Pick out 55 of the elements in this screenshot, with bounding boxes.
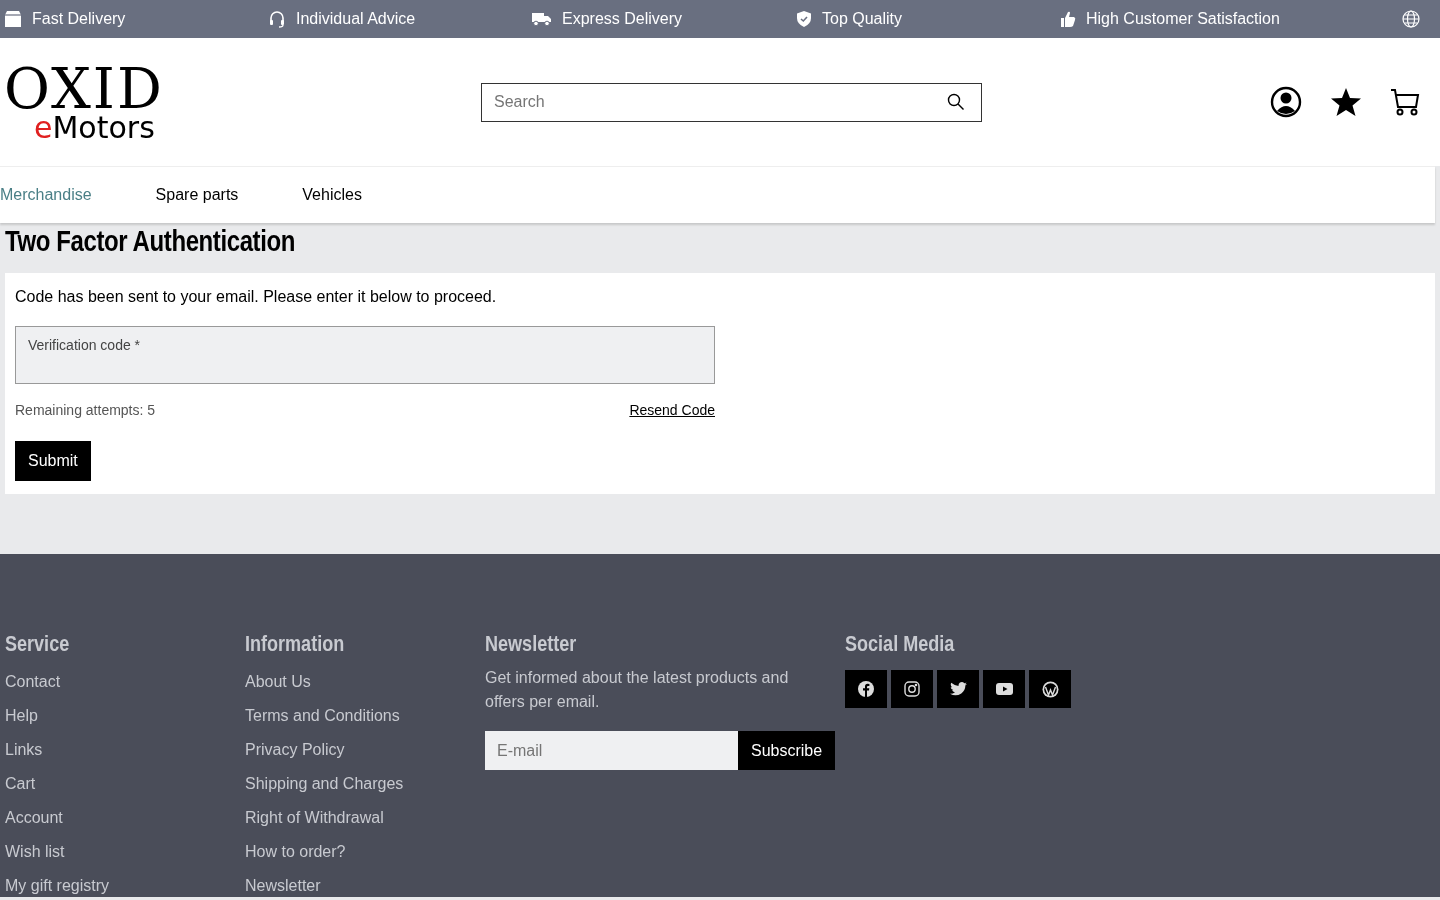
thumbs-up-icon bbox=[1060, 10, 1076, 28]
footer-link[interactable]: How to order? bbox=[245, 842, 485, 862]
globe-icon[interactable] bbox=[1402, 10, 1420, 28]
truck-icon bbox=[532, 11, 552, 27]
attempts-text: Remaining attempts: 5 bbox=[15, 401, 156, 420]
footer-link[interactable]: Newsletter bbox=[245, 876, 485, 896]
page-title: Two Factor Authentication bbox=[5, 223, 296, 259]
facebook-icon bbox=[858, 681, 874, 697]
social-button[interactable] bbox=[983, 670, 1025, 708]
feature-label: Fast Delivery bbox=[32, 9, 126, 29]
social-button[interactable] bbox=[845, 670, 887, 708]
feature-label: Top Quality bbox=[822, 9, 903, 29]
footer-link[interactable]: Cart bbox=[5, 774, 245, 794]
box-icon bbox=[4, 10, 22, 28]
nav-link[interactable]: Vehicles bbox=[302, 183, 362, 207]
nav-link[interactable]: Merchandise bbox=[0, 183, 92, 207]
footer-link[interactable]: Right of Withdrawal bbox=[245, 808, 485, 828]
subscribe-button[interactable]: Subscribe bbox=[738, 731, 836, 770]
email-field[interactable]: E-mail bbox=[485, 731, 738, 770]
user-icon[interactable] bbox=[1270, 86, 1302, 118]
footer-heading: Information bbox=[245, 630, 346, 658]
resend-link[interactable]: Resend Code bbox=[629, 400, 715, 421]
social-button[interactable] bbox=[937, 670, 979, 708]
footer-heading: Service bbox=[5, 630, 71, 658]
newsletter-text: Get informed about the latest products and offers per email. bbox=[485, 668, 790, 712]
footer-link[interactable]: Wish list bbox=[5, 842, 245, 862]
footer-link[interactable]: Account bbox=[5, 808, 245, 828]
headset-icon bbox=[268, 10, 286, 28]
footer-link[interactable]: Help bbox=[5, 706, 245, 726]
bird-icon bbox=[949, 682, 967, 696]
shield-icon bbox=[796, 10, 812, 28]
social-button[interactable] bbox=[891, 670, 933, 708]
footer-link[interactable]: Contact bbox=[5, 672, 245, 692]
wordpress-icon bbox=[1041, 680, 1059, 698]
footer-link[interactable]: My gift registry bbox=[5, 876, 245, 896]
footer-link[interactable]: Shipping and Charges bbox=[245, 774, 485, 794]
feature-label: High Customer Satisfaction bbox=[1086, 9, 1280, 29]
footer-link[interactable]: Links bbox=[5, 740, 245, 760]
footer-link[interactable]: Terms and Conditions bbox=[245, 706, 485, 726]
footer-link[interactable]: Privacy Policy bbox=[245, 740, 485, 760]
message-text: Code has been sent to your email. Please enter it below to proceed. bbox=[15, 287, 498, 307]
logo[interactable]: OXID eMotors bbox=[4, 61, 481, 143]
footer-heading: Social Media bbox=[845, 630, 956, 658]
cart-icon[interactable] bbox=[1390, 87, 1420, 117]
verification-code-field[interactable]: Verification code * bbox=[15, 326, 715, 384]
instagram-icon bbox=[904, 681, 920, 697]
footer-link[interactable]: About Us bbox=[245, 672, 485, 692]
social-button[interactable] bbox=[1029, 670, 1071, 708]
feature-label: Express Delivery bbox=[562, 9, 683, 29]
feature-label: Individual Advice bbox=[296, 9, 416, 29]
star-icon[interactable] bbox=[1330, 87, 1362, 117]
footer-heading: Newsletter bbox=[485, 630, 578, 658]
video-play-icon bbox=[995, 683, 1013, 695]
submit-button[interactable]: Submit bbox=[15, 441, 91, 481]
nav-link[interactable]: Spare parts bbox=[155, 183, 239, 207]
